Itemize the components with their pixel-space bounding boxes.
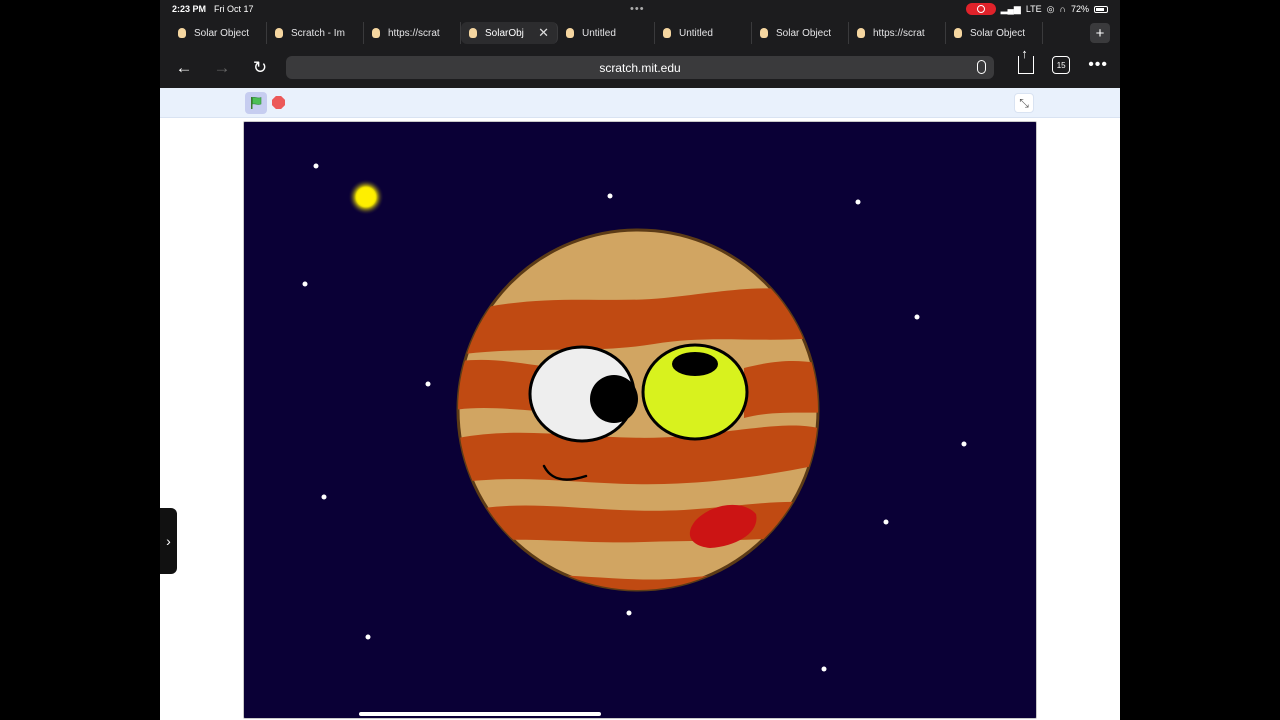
new-tab-button[interactable]: + bbox=[1090, 23, 1110, 43]
forward-arrow-icon[interactable]: → bbox=[210, 56, 234, 80]
tab-scratch-im[interactable]: Scratch - Im bbox=[267, 22, 364, 44]
multitask-dots-icon[interactable]: ••• bbox=[630, 3, 645, 15]
scratch-favicon-icon bbox=[857, 28, 865, 38]
scratch-favicon-icon bbox=[566, 28, 574, 38]
screen-record-icon bbox=[965, 3, 996, 15]
address-bar[interactable]: scratch.mit.edu bbox=[286, 56, 994, 79]
tab-untitled-1[interactable]: Untitled bbox=[558, 22, 655, 44]
more-icon[interactable]: ••• bbox=[1088, 56, 1108, 74]
tab-solar-object-1[interactable]: Solar Object bbox=[170, 22, 267, 44]
device-frame: 2:23 PM Fri Oct 17 ••• ▂▄▆ LTE ◎ ∩ 72% S… bbox=[0, 0, 1280, 720]
scratch-favicon-icon bbox=[469, 28, 477, 38]
browser-toolbar: ← → ↻ scratch.mit.edu 15 ••• bbox=[160, 46, 1120, 86]
headphones-icon: ∩ bbox=[1059, 4, 1066, 14]
tab-bar: Solar Object Scratch - Im https://scrat … bbox=[160, 20, 1120, 46]
tab-solar-object-2[interactable]: Solar Object bbox=[752, 22, 849, 44]
player-controls: ⤡ bbox=[160, 88, 1120, 118]
project-stage[interactable] bbox=[243, 121, 1037, 719]
scratch-favicon-icon bbox=[760, 28, 768, 38]
toolbar-right: 15 ••• bbox=[1018, 46, 1108, 74]
tab-https-scrat-1[interactable]: https://scrat bbox=[364, 22, 461, 44]
flag-glyph bbox=[251, 96, 262, 109]
stage-canvas bbox=[244, 122, 1036, 718]
home-indicator[interactable] bbox=[359, 712, 601, 716]
tab-label: https://scrat bbox=[388, 27, 440, 39]
tab-solar-object-3[interactable]: Solar Object bbox=[946, 22, 1043, 44]
back-arrow-icon[interactable]: ← bbox=[172, 56, 196, 80]
tab-label: Untitled bbox=[582, 27, 616, 39]
scratch-page: ⤡ bbox=[160, 88, 1120, 720]
reload-icon[interactable]: ↻ bbox=[248, 56, 272, 80]
green-flag-icon[interactable] bbox=[245, 92, 267, 114]
close-tab-icon[interactable]: ✕ bbox=[538, 25, 549, 41]
right-letterbox bbox=[1120, 0, 1280, 720]
scratch-favicon-icon bbox=[275, 28, 283, 38]
status-bar: 2:23 PM Fri Oct 17 ••• ▂▄▆ LTE ◎ ∩ 72% bbox=[160, 0, 1120, 18]
stop-icon[interactable] bbox=[272, 96, 285, 109]
scratch-favicon-icon bbox=[178, 28, 186, 38]
signal-icon: ▂▄▆ bbox=[1000, 3, 1021, 14]
scratch-favicon-icon bbox=[372, 28, 380, 38]
microphone-icon[interactable] bbox=[977, 60, 986, 74]
battery-label: 72% bbox=[1070, 4, 1089, 14]
tab-https-scrat-2[interactable]: https://scrat bbox=[849, 22, 946, 44]
tab-label: Scratch - Im bbox=[291, 27, 345, 39]
tab-untitled-2[interactable]: Untitled bbox=[655, 22, 752, 44]
network-label: LTE bbox=[1025, 4, 1042, 14]
tab-label: Solar Object bbox=[970, 27, 1026, 39]
exit-fullscreen-icon[interactable]: ⤡ bbox=[1014, 93, 1034, 113]
tab-label: Untitled bbox=[679, 27, 713, 39]
tab-label: https://scrat bbox=[873, 27, 925, 39]
status-time: 2:23 PM bbox=[172, 4, 207, 14]
location-icon: ◎ bbox=[1046, 3, 1055, 14]
url-text: scratch.mit.edu bbox=[599, 60, 681, 75]
scratch-favicon-icon bbox=[954, 28, 962, 38]
tab-solarobj-active[interactable]: SolarObj ✕ bbox=[461, 22, 558, 44]
scratch-favicon-icon bbox=[663, 28, 671, 38]
tab-label: SolarObj bbox=[485, 27, 524, 39]
tab-label: Solar Object bbox=[194, 27, 250, 39]
status-date: Fri Oct 17 bbox=[214, 4, 254, 14]
tab-count-button[interactable]: 15 bbox=[1052, 56, 1071, 74]
expand-sidebar-icon[interactable]: › bbox=[160, 508, 177, 574]
tab-label: Solar Object bbox=[776, 27, 832, 39]
left-letterbox bbox=[0, 0, 160, 720]
status-right: ▂▄▆ LTE ◎ ∩ 72% bbox=[965, 3, 1108, 15]
battery-icon bbox=[1094, 5, 1108, 13]
share-icon[interactable] bbox=[1018, 46, 1035, 74]
ipad-screen: 2:23 PM Fri Oct 17 ••• ▂▄▆ LTE ◎ ∩ 72% S… bbox=[160, 0, 1120, 720]
sun-sprite bbox=[348, 179, 384, 215]
